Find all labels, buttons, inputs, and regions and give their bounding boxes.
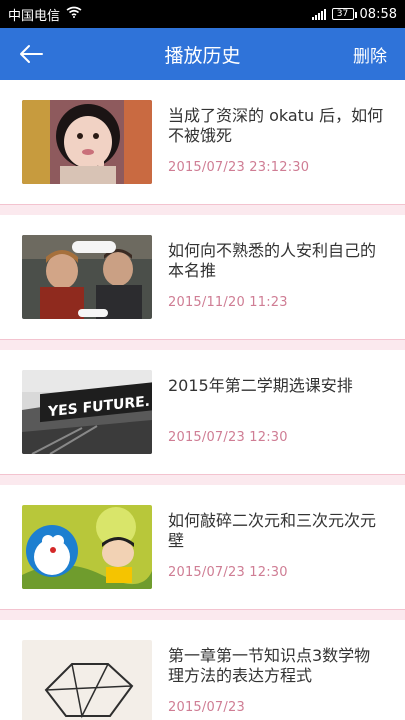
item-date: 2015/07/23 23:12:30 — [168, 160, 310, 175]
list-separator — [0, 475, 405, 485]
list-item[interactable]: 如何敲碎二次元和三次元次元壁 2015/07/23 12:30 — [0, 485, 405, 610]
item-title: 2015年第二学期选课安排 — [168, 376, 353, 395]
status-bar: 中国电信 37 08:58 — [0, 0, 405, 28]
list-item[interactable]: 当成了资深的 okatu 后，如何不被饿死 2015/07/23 23:12:3… — [0, 80, 405, 205]
carrier-name: 中国电信 — [8, 8, 61, 24]
video-thumbnail — [22, 505, 152, 589]
item-text: 当成了资深的 okatu 后，如何不被饿死 2015/07/23 23:12:3… — [168, 106, 386, 186]
list-item[interactable]: YES FUTURE. 2015年第二学期选课安排 2015/07/23 12:… — [0, 350, 405, 475]
list-item[interactable]: 如何向不熟悉的人安利自己的本名推 2015/11/20 11:23 — [0, 215, 405, 340]
arrow-left-icon — [20, 45, 43, 63]
item-date: 2015/11/20 11:23 — [168, 295, 288, 310]
item-title: 如何敲碎二次元和三次元次元壁 — [168, 511, 377, 550]
clock: 08:58 — [359, 6, 397, 22]
video-thumbnail: YES FUTURE. — [22, 370, 152, 454]
delete-button[interactable]: 删除 — [353, 42, 387, 67]
video-thumbnail — [22, 100, 152, 184]
video-thumbnail — [22, 235, 152, 319]
item-title: 如何向不熟悉的人安利自己的本名推 — [168, 241, 377, 280]
item-text: 2015年第二学期选课安排 2015/07/23 12:30 — [168, 376, 386, 456]
item-date: 2015/07/23 12:30 — [168, 430, 288, 445]
item-text: 如何向不熟悉的人安利自己的本名推 2015/11/20 11:23 — [168, 241, 386, 321]
list-separator — [0, 340, 405, 350]
video-thumbnail — [22, 640, 152, 720]
wifi-icon — [66, 6, 82, 22]
item-title: 第一章第一节知识点3数学物理方法的表达方程式 — [168, 646, 371, 685]
history-list: 当成了资深的 okatu 后，如何不被饿死 2015/07/23 23:12:3… — [0, 80, 405, 720]
list-item[interactable]: 第一章第一节知识点3数学物理方法的表达方程式 2015/07/23 — [0, 620, 405, 720]
item-text: 第一章第一节知识点3数学物理方法的表达方程式 2015/07/23 — [168, 646, 386, 720]
page-title: 播放历史 — [164, 44, 241, 67]
signal-icon — [311, 8, 326, 20]
back-button[interactable] — [18, 38, 50, 70]
list-separator — [0, 610, 405, 620]
battery-icon: 37 — [331, 8, 357, 20]
list-separator — [0, 205, 405, 215]
item-date: 2015/07/23 — [168, 700, 245, 715]
app-bar: 播放历史 删除 — [0, 28, 405, 80]
item-title: 当成了资深的 okatu 后，如何不被饿死 — [168, 106, 384, 145]
item-date: 2015/07/23 12:30 — [168, 565, 288, 580]
item-text: 如何敲碎二次元和三次元次元壁 2015/07/23 12:30 — [168, 511, 386, 591]
